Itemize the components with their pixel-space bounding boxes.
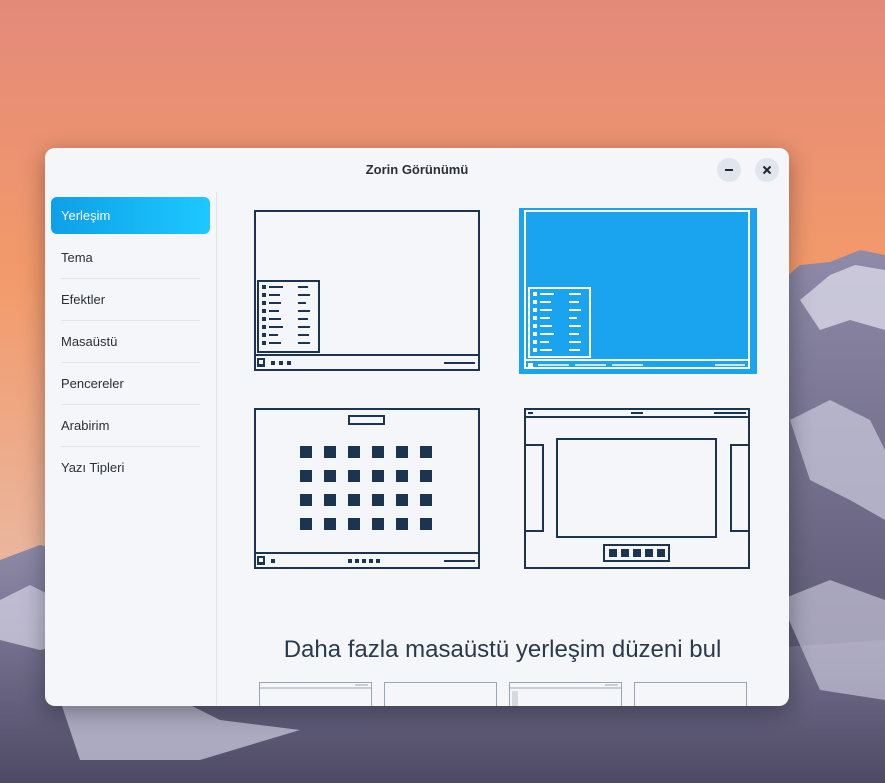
close-button[interactable]	[755, 158, 779, 182]
layout-option-gnome-like[interactable]	[524, 408, 751, 569]
sidebar-divider	[61, 320, 200, 321]
layout-gnome-like-icon	[524, 408, 750, 569]
layout-thumbnail-icon	[260, 684, 371, 689]
sidebar-item-efektler[interactable]: Efektler	[51, 281, 210, 318]
titlebar: Zorin Görünümü	[45, 148, 789, 192]
more-layouts-heading: Daha fazla masaüstü yerleşim düzeni bul	[283, 636, 722, 663]
sidebar: Yerleşim Tema Efektler Masaüstü Pencerel…	[45, 192, 217, 706]
sidebar-item-label: Yazı Tipleri	[61, 460, 125, 475]
sidebar-item-arabirim[interactable]: Arabirim	[51, 407, 210, 444]
sidebar-item-masaustu[interactable]: Masaüstü	[51, 323, 210, 360]
layout-thumbnail-icon	[510, 684, 621, 706]
minimize-icon	[725, 169, 733, 171]
sidebar-item-label: Masaüstü	[61, 334, 118, 349]
layout-windows-classic-icon	[519, 208, 757, 374]
sidebar-item-label: Tema	[61, 250, 93, 265]
layout-thumbnail[interactable]	[509, 682, 622, 706]
close-icon	[762, 165, 772, 175]
minimize-button[interactable]	[717, 158, 741, 182]
settings-window: Zorin Görünümü Yerleşim Tema Efektler Ma…	[45, 148, 789, 706]
layout-thumbnail[interactable]	[384, 682, 497, 706]
layout-option-windows-like[interactable]	[254, 210, 480, 371]
sidebar-item-yazi-tipleri[interactable]: Yazı Tipleri	[51, 449, 210, 486]
sidebar-divider	[61, 446, 200, 447]
layout-thumbnail[interactable]	[634, 682, 747, 706]
sidebar-divider	[61, 278, 200, 279]
layout-option-app-grid[interactable]	[254, 408, 480, 569]
layout-option-windows-classic[interactable]	[519, 208, 757, 374]
window-title: Zorin Görünümü	[365, 162, 469, 177]
sidebar-divider	[61, 404, 200, 405]
sidebar-item-label: Yerleşim	[61, 208, 111, 223]
sidebar-item-label: Efektler	[61, 292, 106, 307]
sidebar-item-label: Pencereler	[61, 376, 124, 391]
sidebar-divider	[61, 362, 200, 363]
layout-thumbnail[interactable]	[259, 682, 372, 706]
layout-windows-like-icon	[254, 210, 480, 371]
sidebar-item-yerlesim[interactable]: Yerleşim	[51, 197, 210, 234]
layout-app-grid-icon	[254, 408, 480, 569]
sidebar-item-label: Arabirim	[61, 418, 110, 433]
sidebar-item-pencereler[interactable]: Pencereler	[51, 365, 210, 402]
sidebar-item-tema[interactable]: Tema	[51, 239, 210, 276]
